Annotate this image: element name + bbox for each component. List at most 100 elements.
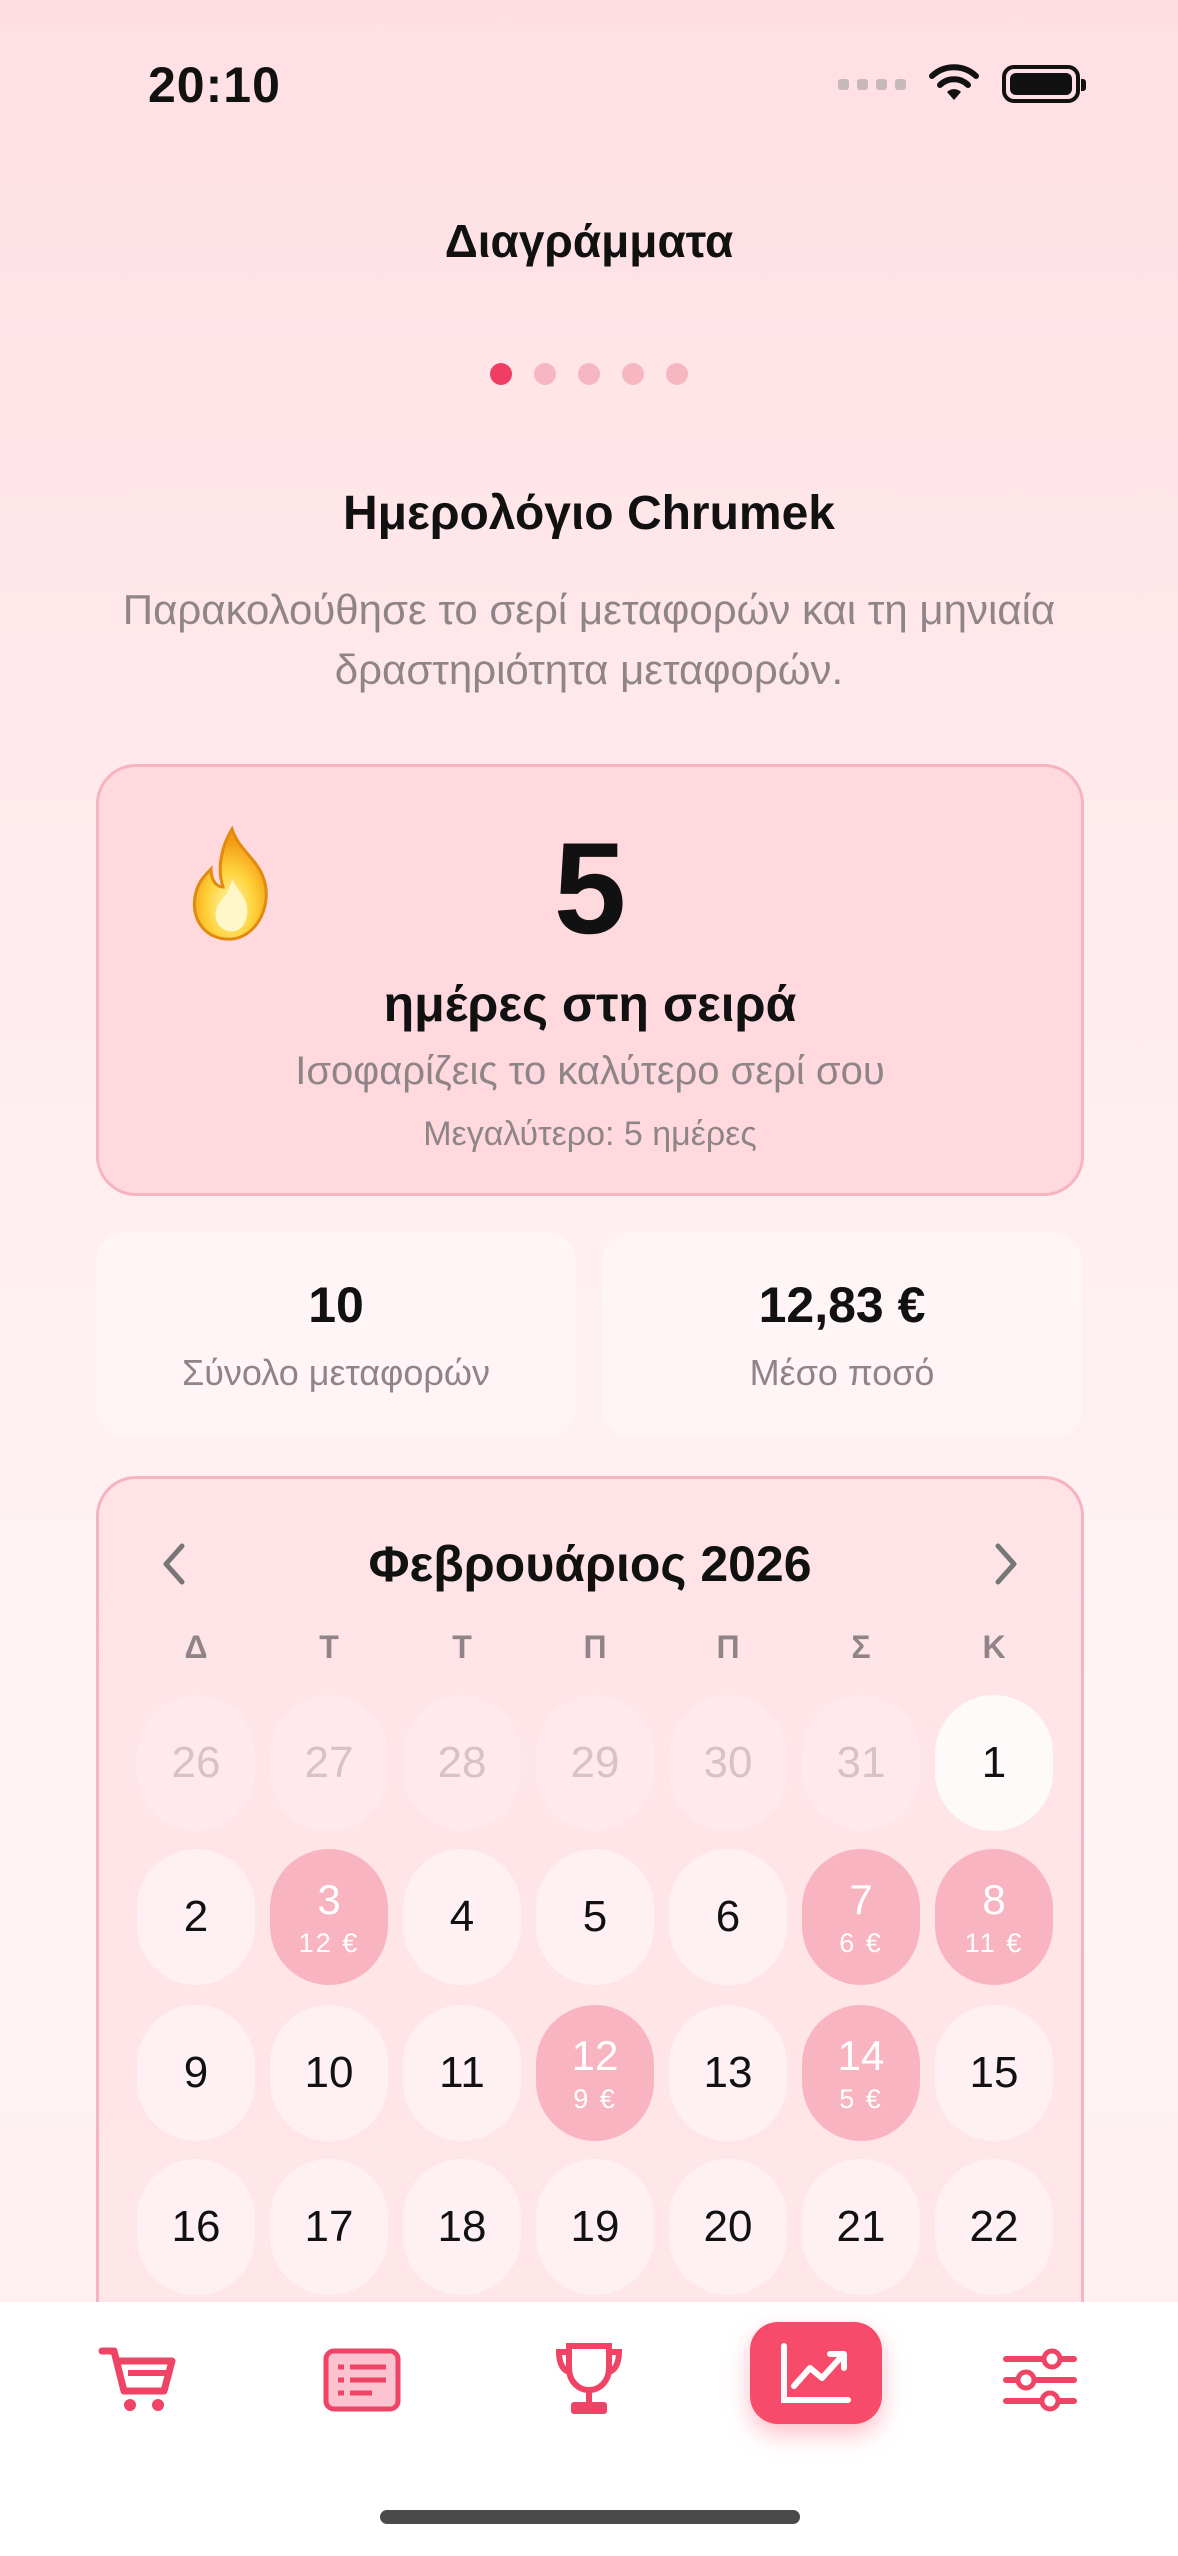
- calendar-day-16[interactable]: 16: [137, 2159, 255, 2295]
- calendar-day-15[interactable]: 15: [935, 2005, 1053, 2141]
- signal-icon: [838, 78, 906, 90]
- calendar-day-4[interactable]: 4: [403, 1849, 521, 1985]
- page-dot-3[interactable]: [578, 363, 600, 385]
- tab-list[interactable]: [296, 2330, 428, 2430]
- streak-note: Ισοφαρίζεις το καλύτερο σερί σου: [295, 1049, 885, 1093]
- weekday-label: Κ: [982, 1629, 1006, 1665]
- calendar-day-21[interactable]: 21: [802, 2159, 920, 2295]
- day-number: 30: [703, 1738, 753, 1787]
- calendar-day-22[interactable]: 22: [935, 2159, 1053, 2295]
- page-dot-1[interactable]: [490, 363, 512, 385]
- list-icon: [323, 2348, 401, 2412]
- day-number: 22: [969, 2202, 1019, 2251]
- calendar-nav: Φεβρουάριος 2026: [99, 1529, 1081, 1599]
- day-number: 20: [703, 2202, 753, 2251]
- calendar-day-26: 26: [137, 1695, 255, 1831]
- calendar-day-28: 28: [403, 1695, 521, 1831]
- calendar-day-9[interactable]: 9: [137, 2005, 255, 2141]
- calendar-day-1[interactable]: 1: [935, 1695, 1053, 1831]
- calendar-day-19[interactable]: 19: [536, 2159, 654, 2295]
- home-indicator[interactable]: [380, 2510, 800, 2524]
- weekday-label: Τ: [319, 1629, 339, 1665]
- day-number: 1: [981, 1738, 1007, 1787]
- page-dot-2[interactable]: [534, 363, 556, 385]
- next-month-button[interactable]: [971, 1529, 1041, 1599]
- day-number: 21: [836, 2202, 886, 2251]
- day-amount: 11 €: [964, 1927, 1024, 1958]
- streak-label: ημέρες στη σειρά: [383, 976, 797, 1032]
- chevron-right-icon: [995, 1543, 1017, 1585]
- stat-total-label: Σύνολο μεταφορών: [181, 1352, 491, 1393]
- day-number: 14: [837, 2031, 885, 2079]
- calendar: Φεβρουάριος 2026 ΔΤΤΠΠΣΚ 26 27 28 29 30 31 1 2 3…: [96, 1476, 1084, 2316]
- streak-card: 5 ημέρες στη σειρά Ισοφαρίζεις το καλύτε…: [96, 764, 1084, 1196]
- calendar-day-12[interactable]: 12 9 €: [536, 2005, 654, 2141]
- calendar-day-10[interactable]: 10: [270, 2005, 388, 2141]
- day-number: 9: [183, 2048, 209, 2097]
- day-number: 31: [836, 1738, 886, 1787]
- streak-best: Μεγαλύτερο: 5 ημέρες: [423, 1115, 757, 1153]
- weekday-label: Π: [716, 1629, 740, 1665]
- page-title: Διαγράμματα: [444, 215, 734, 267]
- tab-shop[interactable]: [72, 2330, 204, 2430]
- stat-average-card: 12,83 € Μέσο ποσό: [602, 1232, 1082, 1438]
- calendar-day-5[interactable]: 5: [536, 1849, 654, 1985]
- day-number: 4: [449, 1892, 475, 1941]
- page-dot-5[interactable]: [666, 363, 688, 385]
- day-amount: 5 €: [839, 2083, 883, 2114]
- calendar-day-29: 29: [536, 1695, 654, 1831]
- calendar-day-13[interactable]: 13: [669, 2005, 787, 2141]
- day-number: 13: [703, 2048, 753, 2097]
- day-number: 10: [304, 2048, 354, 2097]
- tab-settings[interactable]: [974, 2330, 1106, 2430]
- calendar-day-3[interactable]: 3 12 €: [270, 1849, 388, 1985]
- calendar-day-11[interactable]: 11: [403, 2005, 521, 2141]
- wifi-icon: [929, 64, 979, 100]
- calendar-day-31: 31: [802, 1695, 920, 1831]
- day-number: 16: [171, 2202, 221, 2251]
- calendar-day-17[interactable]: 17: [270, 2159, 388, 2295]
- weekday-label: Δ: [184, 1629, 208, 1665]
- day-number: 18: [437, 2202, 487, 2251]
- weekday-label: Σ: [851, 1629, 871, 1665]
- calendar-day-6[interactable]: 6: [669, 1849, 787, 1985]
- calendar-month: Φεβρουάριος 2026: [368, 1536, 812, 1592]
- stat-average-label: Μέσο ποσό: [749, 1352, 935, 1393]
- tab-charts[interactable]: [750, 2322, 882, 2424]
- calendar-day-20[interactable]: 20: [669, 2159, 787, 2295]
- calendar-day-7[interactable]: 76 €: [802, 1849, 920, 1985]
- section-subtitle: Παρακολούθησε το σερί μεταφορών και τη μ…: [122, 586, 1056, 693]
- page-indicator[interactable]: [0, 363, 1178, 385]
- day-number: 17: [304, 2202, 354, 2251]
- stat-average-value: 12,83 €: [758, 1277, 926, 1333]
- day-number: 3: [317, 1875, 341, 1923]
- calendar-day-27: 27: [270, 1695, 388, 1831]
- day-number: 5: [582, 1892, 608, 1941]
- sliders-icon: [1003, 2348, 1077, 2412]
- status-time: 20:10: [148, 57, 281, 113]
- day-amount: 12 €: [298, 1927, 360, 1958]
- day-number: 28: [437, 1738, 487, 1787]
- day-number: 8: [982, 1875, 1006, 1923]
- calendar-day-14[interactable]: 14 5 €: [802, 2005, 920, 2141]
- day-number: 11: [439, 2048, 485, 2097]
- day-amount: 9 €: [573, 2083, 617, 2114]
- day-number: 6: [715, 1892, 741, 1941]
- status-icons: [838, 64, 1086, 104]
- calendar-day-8[interactable]: 8 11 €: [935, 1849, 1053, 1985]
- day-number: 26: [171, 1738, 221, 1787]
- status-bar: 20:10: [0, 0, 1178, 150]
- chart-icon: [781, 2343, 851, 2403]
- weekday-label: Τ: [452, 1629, 472, 1665]
- tab-trophies[interactable]: [523, 2330, 655, 2430]
- stat-total-value: 10: [308, 1277, 364, 1333]
- calendar-day-18[interactable]: 18: [403, 2159, 521, 2295]
- day-number: 19: [570, 2202, 620, 2251]
- page-dot-4[interactable]: [622, 363, 644, 385]
- cart-icon: [98, 2347, 176, 2411]
- day-number: 7: [849, 1875, 873, 1923]
- day-number: 27: [304, 1738, 354, 1787]
- day-number: 29: [570, 1738, 620, 1787]
- calendar-day-2[interactable]: 2: [137, 1849, 255, 1985]
- trophy-icon: [555, 2343, 623, 2414]
